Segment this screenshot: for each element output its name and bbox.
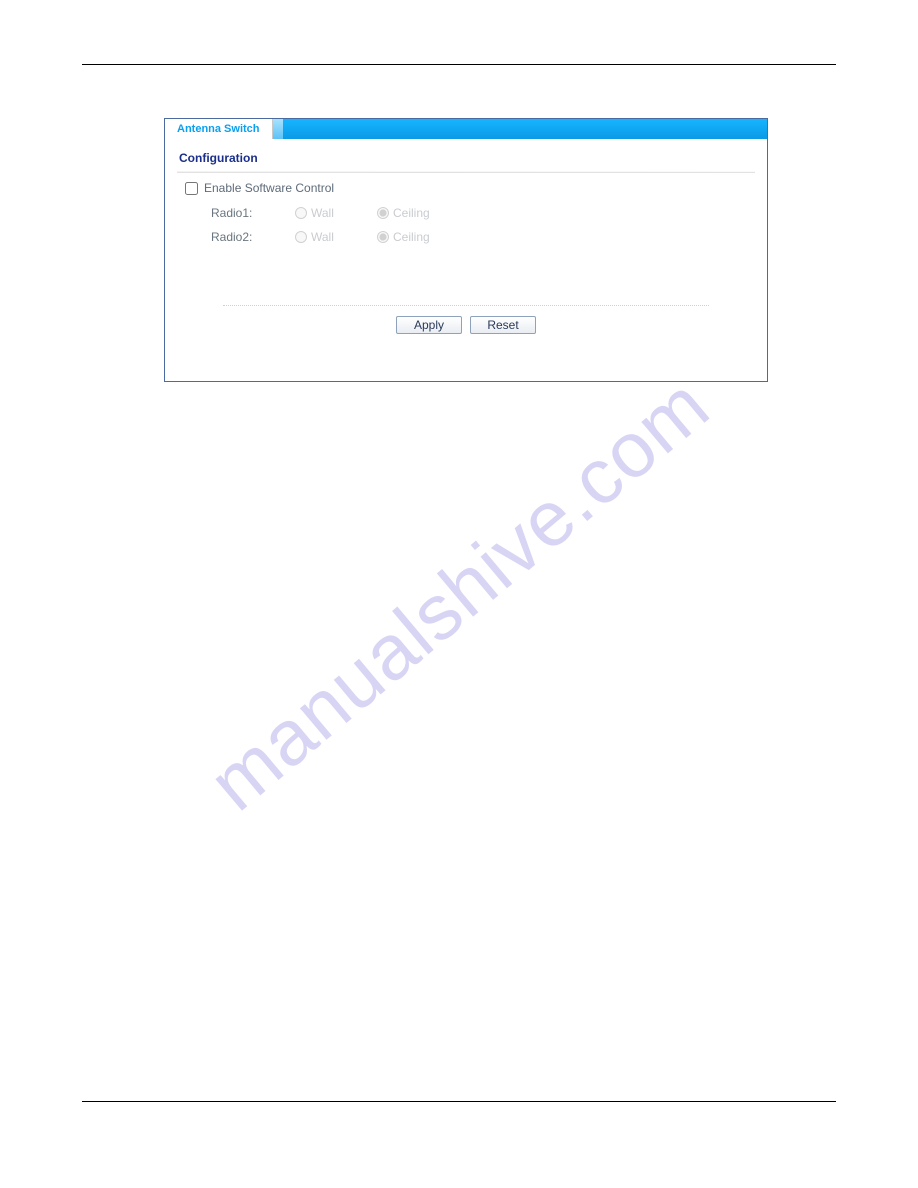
enable-software-control-checkbox[interactable] [185,182,198,195]
radio1-wall-radio[interactable] [295,207,307,219]
radio2-row: Radio2: Wall Ceiling [183,225,749,249]
config-panel: Antenna Switch Configuration Enable Soft… [164,118,768,382]
page-bottom-rule [82,1101,836,1102]
tab-bar: Antenna Switch [165,119,767,139]
watermark-text: manualshive.com [192,359,727,828]
apply-button[interactable]: Apply [396,316,462,334]
tab-antenna-switch[interactable]: Antenna Switch [165,119,273,139]
reset-button[interactable]: Reset [470,316,536,334]
enable-software-control-row: Enable Software Control [183,181,749,195]
radio1-label: Radio1: [183,206,295,220]
radio1-row: Radio1: Wall Ceiling [183,201,749,225]
radio1-wall-label: Wall [311,206,334,220]
radio2-label: Radio2: [183,230,295,244]
tab-label: Antenna Switch [177,123,260,135]
radio1-ceiling-radio[interactable] [377,207,389,219]
button-row: Apply Reset [183,316,749,334]
radio1-wall-option: Wall [295,206,377,220]
dotted-divider [223,305,709,306]
radio2-wall-option: Wall [295,230,377,244]
form-area: Enable Software Control Radio1: Wall Cei… [165,173,767,334]
radio1-ceiling-option: Ceiling [377,206,459,220]
enable-software-control-label: Enable Software Control [204,181,334,195]
tab-separator [273,119,283,139]
radio2-wall-label: Wall [311,230,334,244]
radio2-wall-radio[interactable] [295,231,307,243]
radio1-ceiling-label: Ceiling [393,206,430,220]
radio2-ceiling-option: Ceiling [377,230,459,244]
radio2-ceiling-label: Ceiling [393,230,430,244]
page-top-rule [82,64,836,65]
section-title: Configuration [165,139,767,171]
radio2-ceiling-radio[interactable] [377,231,389,243]
